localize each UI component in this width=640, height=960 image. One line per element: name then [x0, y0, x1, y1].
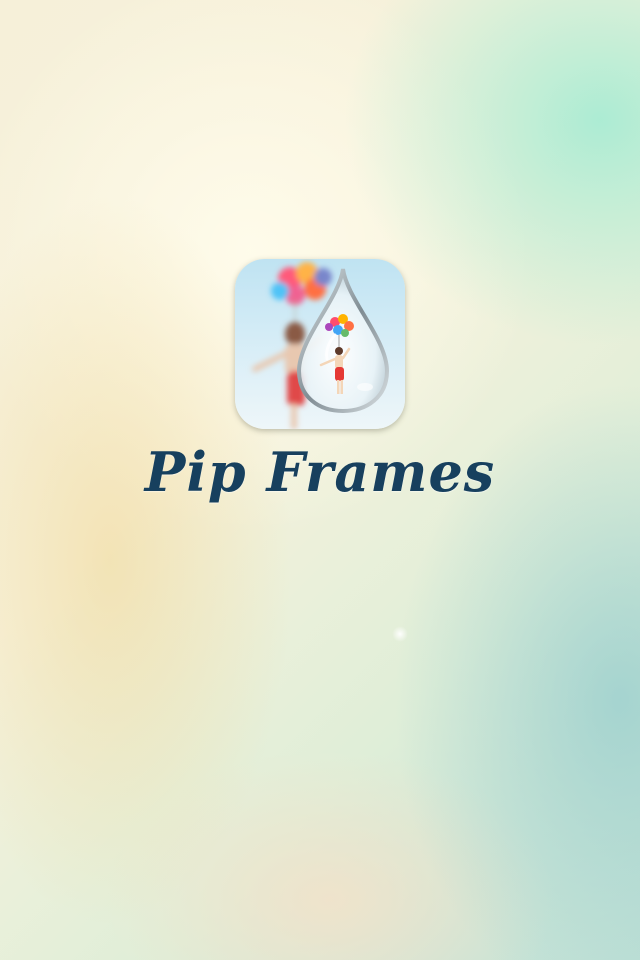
app-title: Pip Frames	[144, 440, 496, 504]
app-icon-artwork	[252, 262, 390, 429]
light-sparkle	[392, 626, 408, 642]
app-icon	[235, 259, 405, 429]
